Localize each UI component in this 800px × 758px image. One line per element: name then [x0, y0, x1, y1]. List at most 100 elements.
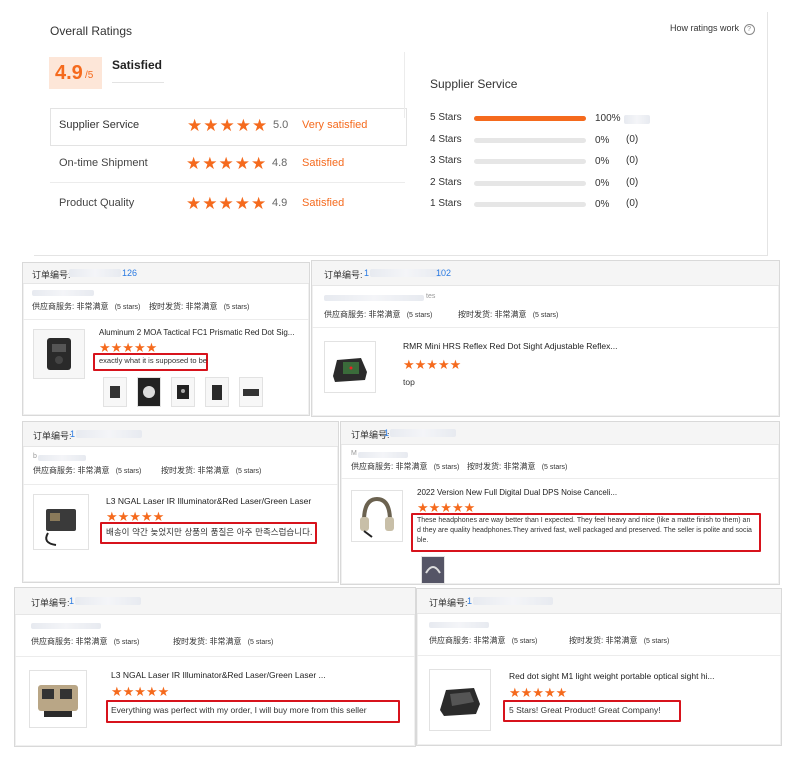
star-bar-track: [474, 159, 586, 164]
product-title[interactable]: Red dot sight M1 light weight portable o…: [509, 671, 715, 681]
score-value: 4.9: [55, 62, 83, 84]
star-rating: ★★★★★: [186, 154, 268, 174]
satisfaction-level: Satisfied: [112, 58, 163, 72]
shipment-line: 按时发货: 非常满意 (5 stars): [569, 635, 669, 646]
ship-value: 非常满意: [185, 302, 218, 311]
star-bar-percent: 100%: [595, 113, 621, 124]
section-divider: [23, 484, 338, 485]
star-bar-label: 5 Stars: [430, 112, 462, 123]
rating-row-desc: Satisfied: [302, 197, 345, 209]
review-photo-1[interactable]: [103, 377, 127, 407]
order-number-prefix[interactable]: 1: [69, 596, 74, 606]
buyer-name-redacted: [31, 623, 101, 629]
supplier-stars: (5 stars): [113, 639, 140, 646]
product-image[interactable]: [351, 490, 403, 542]
star-bar-row: 1 Stars 0% (0): [430, 198, 760, 214]
shipment-line: 按时发货: 非常满意 (5 stars): [173, 636, 273, 647]
order-header: 订单编号: 1: [341, 422, 779, 445]
section-divider: [417, 655, 781, 656]
star-bar-percent: 0%: [595, 134, 610, 146]
ship-label: 按时发货:: [149, 302, 184, 311]
star-bar-count: (0): [626, 155, 639, 166]
review-photo-5[interactable]: [239, 377, 263, 407]
buyer-name-prefix: M: [351, 450, 357, 457]
order-header: 订单编号: 126: [23, 263, 309, 284]
ship-label: 按时发货:: [458, 310, 493, 319]
star-bar-row: 4 Stars 0% (0): [430, 134, 760, 150]
order-number-prefix[interactable]: 1: [467, 596, 472, 606]
product-image[interactable]: [33, 494, 89, 550]
supplier-label: 供应商服务:: [31, 637, 74, 646]
review-card-3: 订单编号: 1 b 供应商服务: 非常满意 (5 stars) 按时发货: 非常…: [22, 421, 339, 583]
supplier-value: 非常满意: [75, 637, 108, 646]
product-title[interactable]: 2022 Version New Full Digital Dual DPS N…: [417, 488, 617, 497]
laser-illuminator-image: [45, 509, 76, 546]
product-title[interactable]: RMR Mini HRS Reflex Red Dot Sight Adjust…: [403, 341, 617, 351]
review-photo-4[interactable]: [205, 377, 229, 407]
order-number-redacted: [390, 429, 456, 437]
ship-value: 非常满意: [209, 637, 242, 646]
supplier-stars: (5 stars): [406, 312, 433, 319]
shipment-line: 按时发货: 非常满意 (5 stars): [458, 309, 558, 320]
review-photo-3[interactable]: [171, 377, 195, 407]
order-number-redacted: [69, 269, 121, 277]
order-number-redacted: [473, 597, 553, 605]
star-bar-count: (0): [626, 133, 639, 145]
ship-label: 按时发货:: [467, 462, 502, 471]
ship-label: 按时发货:: [161, 466, 196, 475]
rating-row-desc: Very satisfied: [302, 119, 368, 131]
product-image[interactable]: [324, 341, 376, 393]
section-divider: [341, 478, 779, 479]
product-image[interactable]: [429, 669, 491, 731]
supplier-stars: (5 stars): [433, 464, 460, 471]
level-underline: [112, 82, 164, 83]
supplier-service-line: 供应商服务: 非常满意 (5 stars): [351, 461, 459, 472]
review-photo-1[interactable]: [421, 556, 445, 584]
ship-value: 非常满意: [503, 462, 536, 471]
buyer-name-redacted: [429, 622, 489, 628]
rating-row-desc: Satisfied: [302, 157, 345, 169]
star-bar-track: [474, 202, 586, 207]
order-number-prefix[interactable]: 1: [364, 268, 369, 278]
review-card-5: 订单编号: 1 供应商服务: 非常满意 (5 stars) 按时发货: 非常满意…: [14, 587, 416, 747]
red-dot-sight-image: [333, 358, 367, 382]
review-photo-2[interactable]: [137, 377, 161, 407]
product-title[interactable]: L3 NGAL Laser IR Illuminator&Red Laser/G…: [111, 670, 326, 680]
supplier-value: 非常满意: [473, 636, 506, 645]
supplier-value: 非常满意: [368, 310, 401, 319]
rating-row-on-time-shipment: On-time Shipment ★★★★★ 4.8 Satisfied: [50, 148, 405, 184]
order-number-label: 订单编号:: [324, 270, 363, 280]
supplier-service-line: 供应商服务: 非常满意 (5 stars): [324, 309, 432, 320]
headphones-image: [360, 496, 394, 538]
shipment-line: 按时发货: 非常满意 (5 stars): [161, 465, 261, 476]
review-card-2: 订单编号: 1 102 tes 供应商服务: 非常满意 (5 stars) 按时…: [311, 260, 780, 417]
star-bar-track: [474, 137, 586, 143]
product-image[interactable]: [33, 329, 85, 379]
supplier-value: 非常满意: [76, 302, 109, 311]
order-number-prefix[interactable]: 1: [384, 428, 389, 438]
section-divider: [15, 656, 415, 657]
rating-row-label: Supplier Service: [59, 119, 140, 131]
order-number-suffix[interactable]: 102: [436, 268, 451, 278]
product-title[interactable]: L3 NGAL Laser IR Illuminator&Red Laser/G…: [106, 496, 311, 506]
buyer-name-prefix: b: [33, 453, 37, 460]
buyer-name-suffix: tes: [426, 293, 436, 300]
order-number-label: 订单编号:: [33, 431, 72, 441]
product-title[interactable]: Aluminum 2 MOA Tactical FC1 Prismatic Re…: [99, 328, 294, 337]
product-image[interactable]: [29, 670, 87, 728]
ship-stars: (5 stars): [223, 304, 250, 311]
ship-label: 按时发货:: [569, 636, 604, 645]
supplier-value: 非常满意: [77, 466, 110, 475]
section-divider: [23, 319, 309, 320]
ship-value: 非常满意: [494, 310, 527, 319]
order-number-suffix[interactable]: 126: [122, 268, 137, 278]
score-suffix: /5: [85, 70, 94, 81]
ship-stars: (5 stars): [247, 639, 274, 646]
supplier-service-title: Supplier Service: [430, 77, 518, 91]
order-number-label: 订单编号:: [31, 598, 70, 608]
ship-stars: (5 stars): [643, 638, 670, 645]
order-number-prefix[interactable]: 1: [70, 429, 75, 439]
supplier-service-line: 供应商服务: 非常满意 (5 stars): [33, 465, 141, 476]
review-comment: exactly what it is supposed to be: [99, 356, 207, 365]
how-ratings-work-link[interactable]: How ratings work ?: [670, 23, 755, 35]
